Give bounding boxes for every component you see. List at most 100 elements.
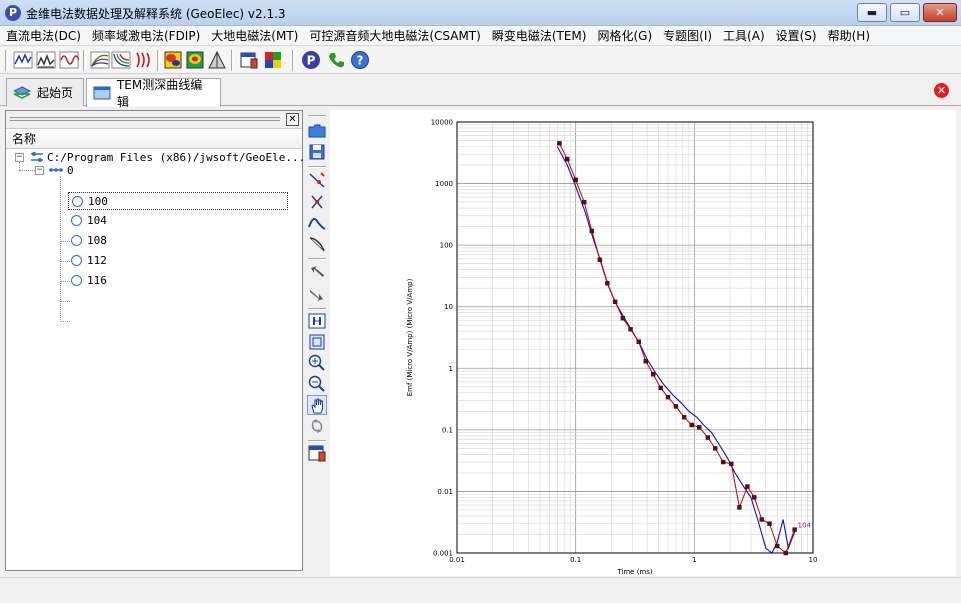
measured-data-point[interactable] — [589, 228, 595, 234]
measured-data-point[interactable] — [792, 527, 797, 532]
measured-data-point[interactable] — [605, 281, 610, 286]
measured-data-point[interactable] — [759, 517, 764, 522]
maximize-button[interactable]: ▭ — [890, 3, 920, 22]
measured-data-point[interactable] — [767, 521, 772, 526]
measured-data-point[interactable] — [620, 316, 626, 321]
draw-curve-icon[interactable] — [307, 234, 327, 254]
panel-grip[interactable] — [10, 117, 280, 121]
tab-label: 起始页 — [37, 86, 74, 100]
close-window-button[interactable]: ✕ — [923, 3, 957, 22]
measured-data-point[interactable] — [565, 156, 570, 162]
measured-data-point[interactable] — [665, 394, 671, 400]
properties-icon[interactable] — [307, 443, 327, 463]
tab-start-page[interactable]: 起始页 — [6, 78, 84, 106]
toolbar-separator — [308, 115, 326, 117]
measured-data-point[interactable] — [713, 446, 718, 451]
measured-data-point[interactable] — [752, 495, 757, 500]
color-palette-icon[interactable] — [263, 50, 283, 70]
tree-station-node[interactable]: 116 — [71, 272, 107, 290]
measured-data-point[interactable] — [612, 299, 618, 305]
cut-point-icon[interactable] — [307, 192, 327, 212]
close-tab-icon[interactable]: ✕ — [934, 83, 949, 98]
tree-station-node[interactable]: 112 — [71, 252, 107, 270]
dc-curve-icon[interactable] — [13, 50, 33, 70]
tem-decay-chart[interactable]: 0.01 0.1 1 10 0.001 0.01 0.1 1 10 100 1000 10000 E… — [330, 110, 956, 577]
menu-fdip[interactable]: 频率域激电法(FDIP) — [92, 27, 200, 44]
undo-icon[interactable] — [307, 263, 327, 283]
geoelec-logo-icon[interactable]: P — [301, 50, 321, 70]
phone-contact-icon[interactable] — [326, 50, 346, 70]
menu-tem[interactable]: 瞬变电磁法(TEM) — [492, 27, 587, 44]
toolbar-separator — [308, 440, 326, 442]
edit-point-icon[interactable] — [307, 170, 327, 190]
help-icon[interactable]: ? — [350, 50, 370, 70]
smooth-curve-icon[interactable] — [307, 213, 327, 233]
tree-station-node[interactable]: 100 — [68, 192, 288, 210]
measured-data-point[interactable] — [636, 339, 641, 344]
panel-close-button[interactable]: ✕ — [286, 113, 299, 126]
fit-view-icon[interactable] — [307, 311, 327, 331]
measured-data-point[interactable] — [643, 359, 649, 364]
station-icon — [71, 275, 82, 286]
column-header-name[interactable]: 名称 — [6, 129, 302, 149]
sine-wave-icon[interactable] — [59, 50, 79, 70]
fdip-phase-icon[interactable] — [133, 50, 153, 70]
measured-data-point[interactable] — [705, 435, 711, 440]
tree-root-label: C:/Program Files (x86)/jwsoft/GeoEle... — [47, 151, 306, 164]
toolbar-separator — [83, 50, 86, 71]
tree-station-node[interactable]: 104 — [71, 212, 107, 230]
rotate-icon[interactable] — [307, 416, 327, 436]
measured-data-point[interactable] — [729, 461, 734, 467]
pan-hand-icon[interactable] — [307, 395, 327, 415]
tree-expander[interactable]: − — [15, 153, 24, 162]
menu-tools[interactable]: 工具(A) — [723, 27, 765, 44]
fdip-curves-icon[interactable] — [90, 50, 110, 70]
measured-data-point[interactable] — [628, 327, 633, 332]
menu-thematic-map[interactable]: 专题图(I) — [663, 27, 712, 44]
measured-data-point[interactable] — [658, 385, 663, 391]
measured-data-point[interactable] — [697, 425, 702, 430]
menu-csamt[interactable]: 可控源音频大地电磁法(CSAMT) — [309, 27, 480, 44]
measured-data-point[interactable] — [673, 404, 679, 409]
triangle-mesh-icon[interactable] — [207, 50, 227, 70]
tree-expander[interactable]: − — [35, 166, 44, 175]
tem-curve-chart-area[interactable]: 0.01 0.1 1 10 0.001 0.01 0.1 1 10 100 1000 10000 E… — [330, 110, 956, 576]
mt-contour-icon[interactable] — [163, 50, 183, 70]
minimize-button[interactable]: ▬ — [857, 3, 887, 22]
menu-settings[interactable]: 设置(S) — [776, 27, 817, 44]
tree-station-node[interactable]: 108 — [71, 232, 107, 250]
full-extent-icon[interactable] — [307, 332, 327, 352]
x-tick-label: 1 — [692, 556, 696, 564]
measured-data-point[interactable] — [681, 415, 687, 420]
measured-data-point[interactable] — [597, 257, 603, 262]
measured-data-point[interactable] — [745, 484, 750, 489]
measured-data-point[interactable] — [783, 550, 789, 556]
data-edit-icon[interactable] — [239, 50, 259, 70]
curve-edit-toolbar — [305, 110, 329, 576]
measured-data-point[interactable] — [650, 372, 656, 377]
measured-data-point[interactable] — [573, 177, 578, 183]
menu-dc[interactable]: 直流电法(DC) — [6, 27, 81, 44]
zoom-out-icon[interactable] — [307, 374, 327, 394]
measured-data-point[interactable] — [581, 199, 587, 205]
measured-data-point[interactable] — [720, 459, 726, 465]
measured-data-point[interactable] — [557, 141, 562, 146]
measured-data-point[interactable] — [775, 543, 780, 549]
zoom-in-icon[interactable] — [307, 353, 327, 373]
mt-section-icon[interactable] — [185, 50, 205, 70]
measured-data-point[interactable] — [737, 505, 742, 510]
y-axis-label: Emf (Micro V/Amp) (Micro V/Amp) — [406, 278, 414, 396]
y-tick-label: 100 — [440, 242, 453, 250]
menu-help[interactable]: 帮助(H) — [828, 27, 870, 44]
menu-mt[interactable]: 大地电磁法(MT) — [211, 27, 298, 44]
tab-label: TEM测深曲线编辑 — [116, 78, 203, 109]
open-folder-icon[interactable] — [307, 121, 327, 141]
station-label: 100 — [88, 195, 108, 208]
menu-grid[interactable]: 网格化(G) — [597, 27, 652, 44]
save-icon[interactable] — [307, 142, 327, 162]
dc-sounding-icon[interactable] — [36, 50, 56, 70]
measured-data-point[interactable] — [689, 422, 694, 428]
fdip-spectrum-icon[interactable] — [111, 50, 131, 70]
redo-icon[interactable] — [307, 284, 327, 304]
tab-tem-curve-edit[interactable]: TEM测深曲线编辑 — [86, 78, 221, 109]
